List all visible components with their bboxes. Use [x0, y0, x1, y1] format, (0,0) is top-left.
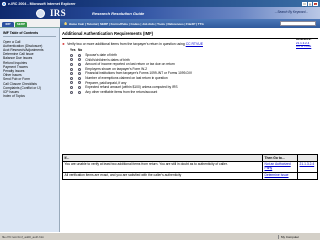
status-bar: file:///C:/eirc/imf_addtl_auth.htm My Co…: [0, 232, 320, 240]
rtvue-link[interactable]: CC RTVUE: [186, 42, 203, 46]
reference-box: Reference: 21.1.3.2.4 CC RTVUE: [296, 37, 318, 49]
home-icon[interactable]: [64, 21, 68, 26]
yes-no-header: Yes No: [62, 48, 318, 52]
close-button[interactable]: ×: [313, 1, 318, 7]
table-cell-if: You are unable to verify at least two ad…: [62, 160, 263, 174]
no-radio[interactable]: [77, 72, 81, 76]
window-controls: _ □ ×: [302, 1, 320, 7]
verify-instruction: ► Verify two or more additional items fr…: [62, 42, 318, 46]
status-url: file:///C:/eirc/imf_addtl_auth.htm: [2, 234, 45, 239]
table-header-then: Then Go to...: [262, 154, 298, 162]
arrow-right-icon: ►: [62, 42, 66, 46]
table-cell-then: Determine Issue: [262, 172, 298, 181]
page-title: Additional Authentication Requirements (…: [62, 30, 318, 39]
sidebar: IMF Table of Contents Open a Call Authen…: [0, 28, 60, 232]
no-radio[interactable]: [77, 90, 81, 94]
determine-issue-link[interactable]: Determine Issue: [265, 173, 289, 177]
window-title: e-IRC 2004 - Microsoft Internet Explorer: [8, 1, 76, 6]
app-banner: IRS Research Resolution Guide ...Search …: [0, 7, 320, 19]
irs-seal-icon: [36, 8, 45, 18]
verify-text: Verify two or more additional items from…: [67, 42, 318, 46]
window-titlebar: e-IRC 2004 - Microsoft Internet Explorer…: [0, 0, 320, 7]
keyword-search-link[interactable]: ...Search By Keyword...: [275, 10, 308, 14]
table-row: You are unable to verify at least two ad…: [62, 160, 318, 174]
product-tabs: IRP SERP: [0, 19, 60, 28]
app-subtitle: Research Resolution Guide: [92, 10, 145, 16]
table-header-if: If...: [62, 154, 263, 162]
top-navbar: Home Calc | Tutorial | SERP | Forms/Pubs…: [60, 19, 320, 28]
sidebar-header: IMF Table of Contents: [3, 30, 56, 37]
no-radio[interactable]: [77, 53, 81, 57]
yes-radio[interactable]: [70, 81, 73, 85]
no-radio[interactable]: [77, 67, 81, 71]
yes-radio[interactable]: [70, 72, 73, 76]
not-authorized-link[interactable]: Not an Authorized Party: [265, 162, 291, 170]
table-cell-ref: 21.1.3.2.4: [297, 160, 318, 174]
navbar-links[interactable]: Home Calc | Tutorial | SERP | Forms/Pubs…: [69, 22, 280, 26]
verify-text-body: Verify two or more additional items from…: [67, 42, 186, 46]
no-radio[interactable]: [77, 85, 81, 89]
table-header-row: If... Then Go to...: [62, 154, 318, 162]
yes-radio[interactable]: [70, 90, 73, 94]
minimize-button[interactable]: _: [302, 1, 307, 7]
yes-radio[interactable]: [70, 67, 73, 71]
table-cell-if: All verification items are exact, and yo…: [62, 172, 263, 181]
ie-icon: [2, 1, 6, 6]
tab-serp[interactable]: SERP: [15, 22, 27, 27]
tab-irp[interactable]: IRP: [2, 22, 14, 27]
table-header-ref: [297, 154, 318, 162]
app-logo: IRS: [50, 8, 66, 18]
no-radio[interactable]: [77, 76, 81, 80]
question-text: Any other verifiable items from the retu…: [85, 89, 158, 94]
table-cell-then: Not an Authorized Party: [262, 160, 298, 174]
irm-ref-link[interactable]: 21.1.3.2.4: [300, 162, 315, 166]
yes-radio[interactable]: [70, 58, 73, 62]
no-radio[interactable]: [77, 58, 81, 62]
maximize-button[interactable]: □: [307, 1, 313, 7]
no-radio[interactable]: [77, 81, 81, 85]
security-zone: My Computer: [278, 234, 318, 239]
yes-radio[interactable]: [70, 62, 73, 66]
yes-radio[interactable]: [70, 85, 73, 89]
yes-label: Yes: [70, 48, 76, 52]
question-row: Any other verifiable items from the retu…: [62, 90, 318, 95]
sidebar-item-index[interactable]: Index of Topics: [3, 94, 56, 98]
yes-radio[interactable]: [70, 53, 73, 57]
if-then-table: If... Then Go to... You are unable to ve…: [62, 154, 318, 181]
no-radio[interactable]: [77, 62, 81, 66]
search-input[interactable]: [280, 21, 316, 26]
main-content: Additional Authentication Requirements (…: [62, 30, 318, 232]
no-label: No: [78, 48, 83, 52]
table-row: All verification items are exact, and yo…: [62, 172, 318, 181]
table-cell-ref: [297, 172, 318, 181]
reference-link-rtvue[interactable]: CC RTVUE: [296, 44, 311, 48]
yes-radio[interactable]: [70, 76, 73, 80]
